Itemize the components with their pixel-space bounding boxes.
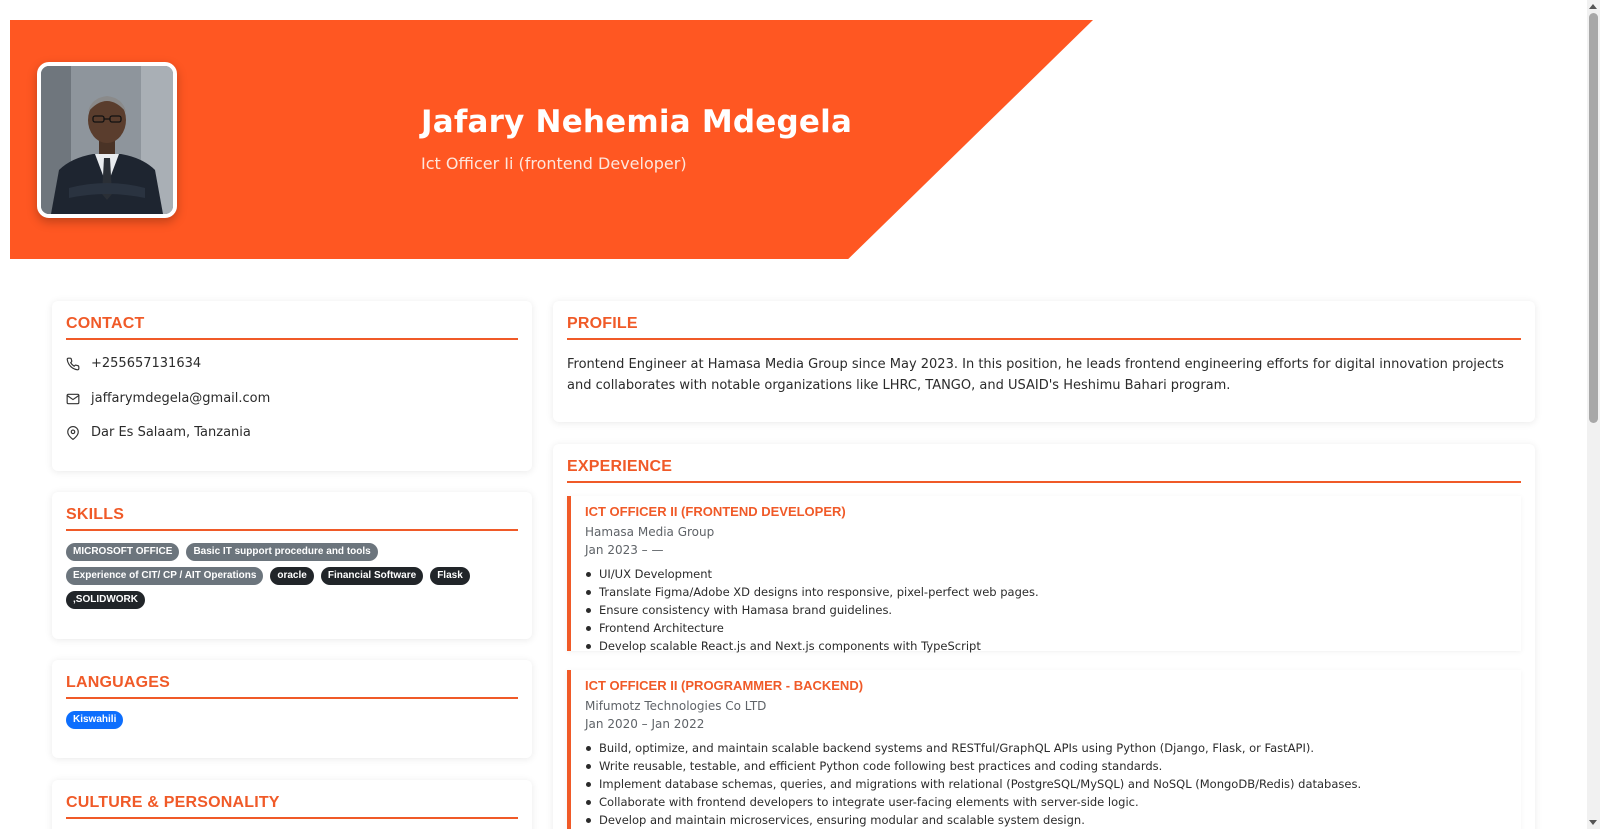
job-company: Mifumotz Technologies Co LTD [585,699,767,713]
contact-card: CONTACT +255657131634 jaffarymdegela@gma… [52,301,532,471]
location-row: Dar Es Salaam, Tanzania [66,425,251,440]
skill-tag: oracle [270,567,314,585]
culture-card: CULTURE & PERSONALITY [52,780,532,829]
experience-item: ICT OFFICER II (PROGRAMMER - BACKEND) Mi… [567,670,1521,829]
scroll-down-arrow-icon[interactable] [1589,820,1597,825]
list-item: Ensure consistency with Hamasa brand gui… [585,601,1521,619]
skill-tag: MICROSOFT OFFICE [66,543,180,561]
contact-heading: CONTACT [66,315,518,340]
skill-tag: Experience of CIT/ CP / AIT Operations [66,567,264,585]
languages-list: Kiswahili [66,711,518,729]
profile-photo [37,62,177,218]
job-dates: Jan 2020 – Jan 2022 [585,717,705,731]
list-item: Develop scalable React.js and Next.js co… [585,637,1521,655]
profile-summary: Frontend Engineer at Hamasa Media Group … [567,357,1504,393]
skill-tag: Flask [430,567,470,585]
skills-list: MICROSOFT OFFICE Basic IT support proced… [66,543,518,609]
phone-icon [66,357,80,370]
language-tag: Kiswahili [66,711,124,729]
list-item: Translate Figma/Adobe XD designs into re… [585,583,1521,601]
email-row[interactable]: jaffarymdegela@gmail.com [66,391,270,406]
person-portrait-image [41,66,173,214]
list-item: Collaborate with frontend developers to … [585,793,1521,811]
location-pin-icon [67,425,79,440]
scrollbar-thumb[interactable] [1589,13,1598,423]
job-responsibilities: UI/UX Development Translate Figma/Adobe … [585,565,1521,655]
scroll-up-arrow-icon[interactable] [1589,4,1597,9]
phone-row[interactable]: +255657131634 [66,356,201,371]
experience-heading: EXPERIENCE [567,458,1521,483]
vertical-scrollbar[interactable] [1587,0,1600,829]
languages-heading: LANGUAGES [66,674,518,699]
job-title: ICT OFFICER II (PROGRAMMER - BACKEND) [585,678,864,693]
person-name: Jafary Nehemia Mdegela [421,104,853,140]
email-text: jaffarymdegela@gmail.com [91,391,271,406]
person-role: Ict Officer Ii (frontend Developer) [421,154,687,173]
list-item: Frontend Architecture [585,619,1521,637]
skills-heading: SKILLS [66,506,518,531]
languages-card: LANGUAGES Kiswahili [52,660,532,758]
experience-card: EXPERIENCE ICT OFFICER II (FRONTEND DEVE… [553,444,1535,829]
skill-tag: Financial Software [320,567,424,585]
job-company: Hamasa Media Group [585,525,715,539]
phone-text: +255657131634 [91,356,202,371]
skills-card: SKILLS MICROSOFT OFFICE Basic IT support… [52,492,532,639]
mail-icon [66,393,80,404]
list-item: Develop and maintain microservices, ensu… [585,811,1521,829]
list-item: Write reusable, testable, and efficient … [585,757,1521,775]
skill-tag: Basic IT support procedure and tools [186,543,378,561]
skill-tag: ,SOLIDWORK [66,591,145,609]
location-text: Dar Es Salaam, Tanzania [91,425,251,440]
culture-heading: CULTURE & PERSONALITY [66,794,518,819]
job-responsibilities: Build, optimize, and maintain scalable b… [585,739,1521,829]
list-item: Implement database schemas, queries, and… [585,775,1521,793]
job-title: ICT OFFICER II (FRONTEND DEVELOPER) [585,504,846,519]
profile-heading: PROFILE [567,315,1521,340]
list-item: UI/UX Development [585,565,1521,583]
job-dates: Jan 2023 – — [585,543,664,557]
profile-card: PROFILE Frontend Engineer at Hamasa Medi… [553,301,1535,422]
list-item: Build, optimize, and maintain scalable b… [585,739,1521,757]
experience-item: ICT OFFICER II (FRONTEND DEVELOPER) Hama… [567,496,1521,653]
